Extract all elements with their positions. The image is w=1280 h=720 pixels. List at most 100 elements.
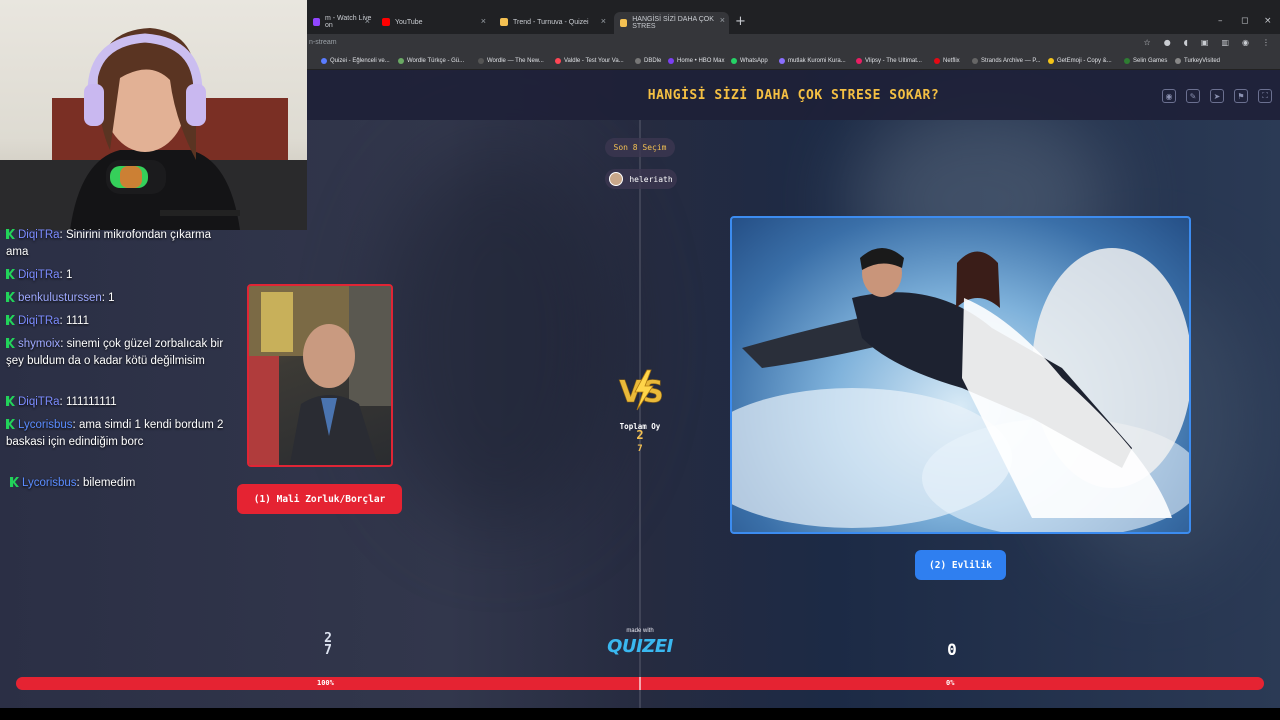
browser-tab[interactable]: m - Watch Live on × <box>307 13 374 31</box>
bookmark-label: TurkeyVisited <box>1184 58 1221 64</box>
chat-message: DiqiTRa: Sinirini mikrofondan çıkarma am… <box>6 229 212 258</box>
send-icon[interactable]: ➤ <box>1210 89 1224 103</box>
bookmark-item[interactable]: mutlak Kuromi Kura... <box>779 58 846 64</box>
bookmark-favicon-icon <box>635 58 641 64</box>
close-tab-icon[interactable]: × <box>481 16 486 26</box>
tab-title: HANGİSİ SİZİ DAHA ÇOK STRES <box>632 16 714 30</box>
right-option-button[interactable]: (2) Evlilik <box>915 550 1006 580</box>
bookmark-label: Strands Archive — P... <box>981 58 1041 64</box>
bookmark-favicon-icon <box>1175 58 1181 64</box>
quizei-logo[interactable]: QUIZEI <box>600 636 680 657</box>
fullscreen-icon[interactable]: ⛶ <box>1258 89 1272 103</box>
background-blur <box>380 150 620 530</box>
url-field[interactable]: n-stream <box>309 39 337 46</box>
bookmark-label: Wordle Türkçe - Gü... <box>407 58 465 64</box>
couple-photo <box>732 248 1189 532</box>
browser-tab[interactable]: Trend - Turnuva - Quizei × <box>494 13 610 31</box>
bookmark-favicon-icon <box>668 58 674 64</box>
bookmark-label: Vlipsy - The Ultimat... <box>865 58 922 64</box>
bookmark-item[interactable]: Quizei - Eğlenceli ve... <box>321 58 390 64</box>
bookmark-favicon-icon <box>856 58 862 64</box>
bookmark-item[interactable]: Strands Archive — P... <box>972 58 1041 64</box>
total-votes-sub: 7 <box>637 444 643 454</box>
profile-icon[interactable]: ◉ <box>1242 38 1249 47</box>
bookmark-item[interactable]: TurkeyVisited <box>1175 58 1220 64</box>
kick-badge-icon <box>6 269 15 279</box>
tab-title: YouTube <box>395 18 423 26</box>
quizei-icon <box>620 19 628 27</box>
youtube-icon <box>382 18 390 26</box>
left-percent: 100% <box>317 679 334 687</box>
kick-badge-icon <box>6 315 15 325</box>
bookmark-item[interactable]: Netflix <box>934 58 960 64</box>
browser-tab[interactable]: YouTube × <box>376 13 490 31</box>
kick-badge-icon <box>6 419 15 429</box>
bookmark-label: mutlak Kuromi Kura... <box>788 58 846 64</box>
sidebar-icon[interactable]: ▥ <box>1221 38 1229 47</box>
avatar <box>609 172 624 186</box>
chat-username: DiqiTRa <box>18 315 60 327</box>
left-option-button[interactable]: (1) Mali Zorluk/Borçlar <box>237 484 402 514</box>
chat-message: shymoix: sinemi çok güzel zorbalıcak bir… <box>6 338 224 367</box>
header-actions: ◉ ✎ ➤ ⚑ ⛶ <box>1162 89 1272 103</box>
bookmark-item[interactable]: Vlipsy - The Ultimat... <box>856 58 922 64</box>
new-tab-button[interactable]: + <box>735 14 746 29</box>
menu-icon[interactable]: ⋮ <box>1262 38 1270 47</box>
username: heleriath <box>629 174 673 184</box>
puzzle-icon[interactable]: ▣ <box>1201 38 1209 47</box>
audio-icon[interactable]: ◖ <box>1184 38 1188 47</box>
round-label: Son 8 Seçim <box>605 138 675 157</box>
bookmark-favicon-icon <box>398 58 404 64</box>
chat-username: DiqiTRa <box>18 269 60 281</box>
restore-icon[interactable]: ◻ <box>1241 16 1248 26</box>
chat-message: Lycorisbus: ama simdi 1 kendi bordum 2 b… <box>6 419 224 448</box>
vs-lightning-icon: VS <box>619 369 664 410</box>
chat-username: Lycorisbus <box>22 477 77 489</box>
left-count-sub: 7 <box>324 643 332 658</box>
bookmark-label: Netflix <box>943 58 960 64</box>
right-percent: 0% <box>946 679 955 687</box>
eye-icon[interactable]: ◉ <box>1162 89 1176 103</box>
bookmark-item[interactable]: Selin Games <box>1124 58 1167 64</box>
bookmark-favicon-icon <box>731 58 737 64</box>
webcam-overlay <box>0 0 307 230</box>
close-window-icon[interactable]: × <box>1264 16 1272 26</box>
kick-badge-icon <box>6 292 15 302</box>
chat-username: DiqiTRa <box>18 396 60 408</box>
close-tab-icon[interactable]: × <box>601 16 606 26</box>
chat-username: Lycorisbus <box>18 419 73 431</box>
bookmark-label: Selin Games <box>1133 58 1168 64</box>
bookmark-label: Quizei - Eğlenceli ve... <box>330 58 390 64</box>
bookmark-favicon-icon <box>1124 58 1130 64</box>
chat-text: 1111 <box>65 315 89 327</box>
browser-tab-active[interactable]: HANGİSİ SİZİ DAHA ÇOK STRES × <box>614 12 729 34</box>
kick-badge-icon <box>10 477 19 487</box>
left-vote-count: 2 7 <box>311 632 345 658</box>
bookmark-label: Wordle — The New... <box>487 58 544 64</box>
chat-message: benkulusturssen: 1 <box>6 290 228 307</box>
chat-username: benkulusturssen <box>18 292 102 304</box>
vote-progress-bar <box>16 677 1264 690</box>
star-icon[interactable]: ☆ <box>1144 38 1151 47</box>
bookmark-item[interactable]: Wordle Türkçe - Gü... <box>398 58 464 64</box>
taskbar-strip <box>0 708 1280 720</box>
tab-title: Trend - Turnuva - Quizei <box>513 18 589 26</box>
bookmark-item[interactable]: GetEmoji - Copy &... <box>1048 58 1112 64</box>
chat-message: DiqiTRa: 1 <box>6 267 228 284</box>
extension-icon[interactable]: ● <box>1164 38 1171 47</box>
bookmark-item[interactable]: Home • HBO Max <box>668 58 724 64</box>
bookmark-favicon-icon <box>972 58 978 64</box>
man-photo <box>249 286 391 465</box>
close-tab-icon[interactable]: × <box>365 16 370 26</box>
minimize-icon[interactable]: – <box>1218 16 1223 26</box>
kick-badge-icon <box>6 396 15 406</box>
left-option-image[interactable] <box>247 284 393 467</box>
bookmark-item[interactable]: WhatsApp <box>731 58 768 64</box>
close-tab-icon[interactable]: × <box>720 15 725 25</box>
edit-icon[interactable]: ✎ <box>1186 89 1200 103</box>
bookmark-item[interactable]: Valdle - Test Your Va... <box>555 58 624 64</box>
right-option-image[interactable] <box>730 216 1191 534</box>
flag-icon[interactable]: ⚑ <box>1234 89 1248 103</box>
bookmark-item[interactable]: DBDle <box>635 58 661 64</box>
bookmark-item[interactable]: Wordle — The New... <box>478 58 544 64</box>
